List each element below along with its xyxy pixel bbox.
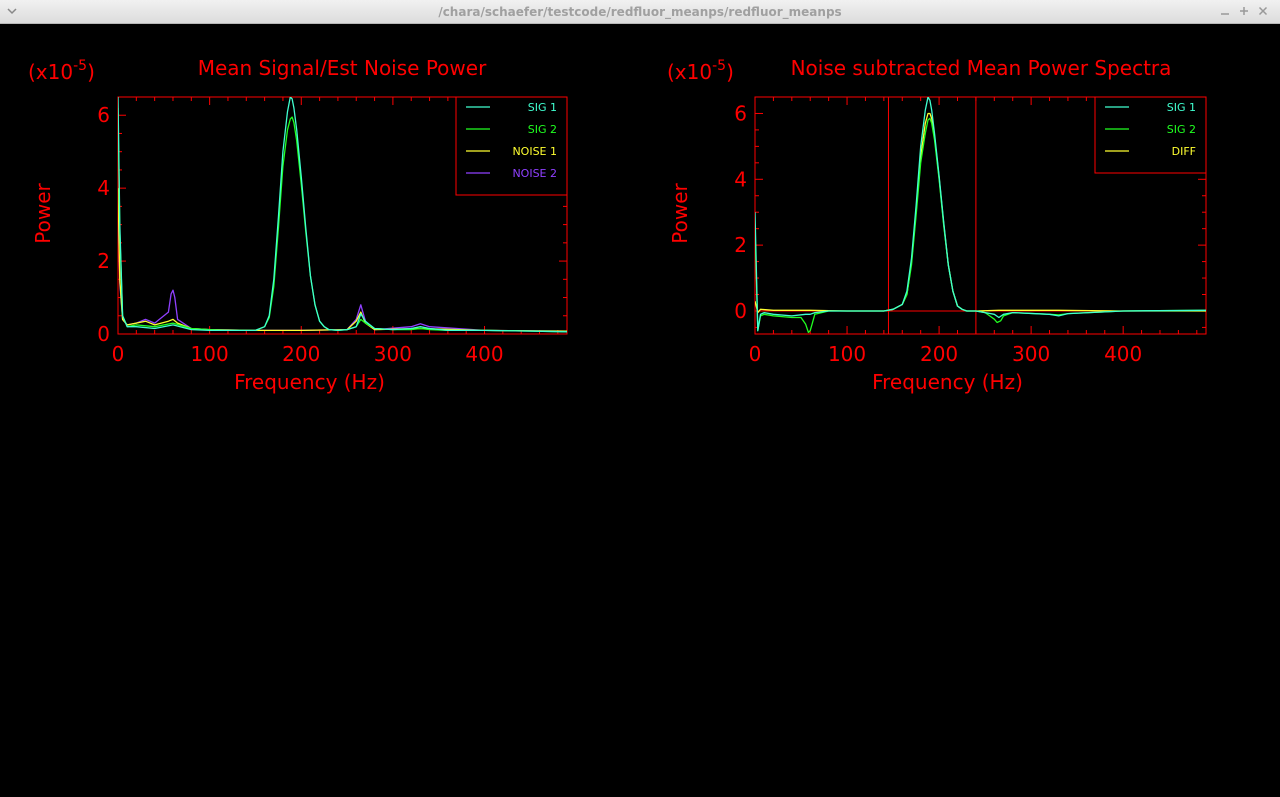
legend-label: SIG 1 (1167, 101, 1196, 114)
legend-label: SIG 1 (528, 101, 557, 114)
x-tick-label: 200 (920, 342, 958, 366)
y-tick-label: 4 (734, 167, 747, 191)
plot-canvas: 0 100 200 300 400 0 2 4 6 Frequency (Hz) Power Mean… (0, 24, 1280, 793)
x-tick-label: 300 (1012, 342, 1050, 366)
scale-multiplier-exponent: -5 (712, 58, 726, 74)
y-tick-label: 4 (97, 176, 110, 200)
y-tick-label: 6 (97, 103, 110, 127)
minimize-icon[interactable] (1218, 4, 1232, 18)
x-tick-label: 400 (465, 342, 503, 366)
chart-2: 0 100 200 300 400 0 2 4 6 Frequency (Hz) Power Nois… (667, 56, 1207, 394)
x-tick-label: 300 (374, 342, 412, 366)
x-tick-label: 100 (191, 342, 229, 366)
y-tick-label: 0 (97, 322, 110, 346)
legend-label: SIG 2 (528, 123, 557, 136)
series-line-noise-1 (118, 188, 567, 332)
x-tick-label: 100 (828, 342, 866, 366)
scale-multiplier-base: (x10 (667, 60, 712, 84)
legend-label: DIFF (1172, 145, 1196, 158)
x-tick-label: 200 (282, 342, 320, 366)
window-titlebar[interactable]: /chara/schaefer/testcode/redfluor_meanps… (0, 0, 1280, 24)
scale-multiplier: (x10-5) (28, 58, 95, 84)
plot-area: 0 100 200 300 4000246Frequency (Hz)PowerMean… (28, 56, 1207, 394)
window-title: /chara/schaefer/testcode/redfluor_meanps… (438, 5, 842, 19)
maximize-icon[interactable] (1237, 4, 1251, 18)
scale-multiplier-close: ) (87, 60, 95, 84)
chart-title: Noise subtracted Mean Power Spectra (791, 56, 1172, 80)
chart-title: Mean Signal/Est Noise Power (198, 56, 487, 80)
scale-multiplier: (x10-5) (667, 58, 734, 84)
x-axis-label: Frequency (Hz) (872, 370, 1023, 394)
close-icon[interactable] (1256, 4, 1270, 18)
scale-multiplier-base: (x10 (28, 60, 73, 84)
y-tick-label: 2 (97, 249, 110, 273)
legend-label: NOISE 1 (512, 145, 557, 158)
y-axis-label: Power (31, 182, 55, 243)
legend-label: SIG 2 (1167, 123, 1196, 136)
x-tick-label: 0 (749, 342, 762, 366)
y-tick-label: 2 (734, 233, 747, 257)
legend-label: NOISE 2 (512, 167, 557, 180)
y-tick-label: 0 (734, 299, 747, 323)
chart-1: 0 100 200 300 400 0 2 4 6 Frequency (Hz) Power Mean… (28, 56, 568, 394)
series-line-noise-2 (118, 195, 567, 332)
x-axis-label: Frequency (Hz) (234, 370, 385, 394)
scale-multiplier-exponent: -5 (73, 58, 87, 74)
x-tick-label: 400 (1104, 342, 1142, 366)
scale-multiplier-close: ) (726, 60, 734, 84)
y-axis-label: Power (668, 182, 692, 243)
y-tick-label: 6 (734, 101, 747, 125)
x-tick-label: 0 (112, 342, 125, 366)
